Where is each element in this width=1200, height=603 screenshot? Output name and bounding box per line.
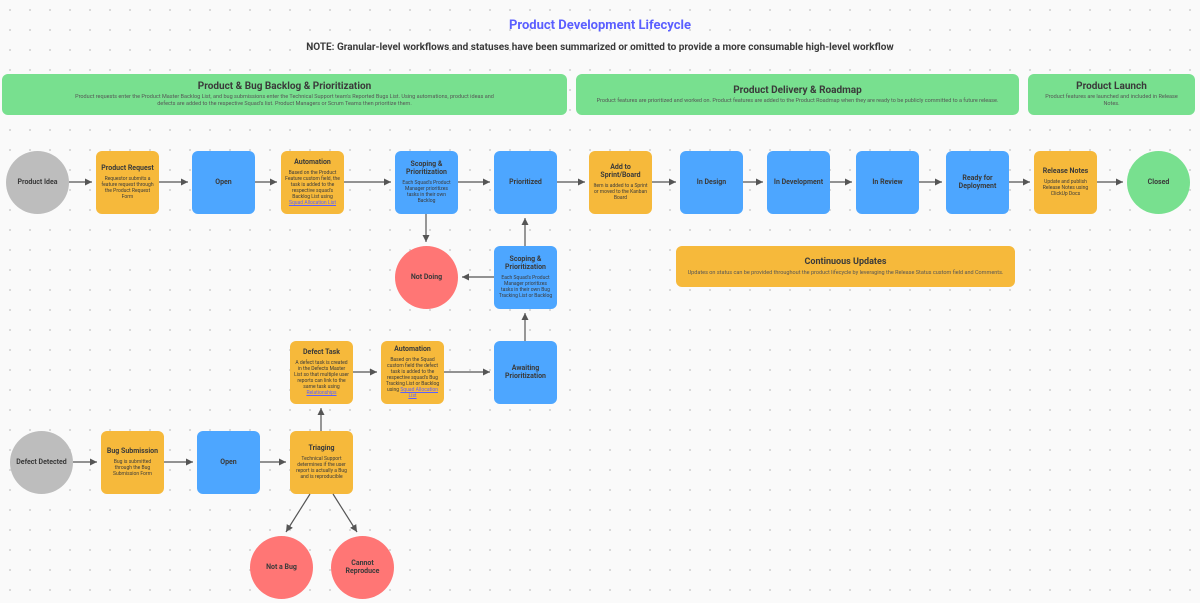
phase-backlog-desc: Product requests enter the Product Maste… [75, 94, 495, 107]
node-not-a-bug: Not a Bug [250, 536, 313, 599]
node-in-review: In Review [856, 151, 919, 214]
node-defect-task: Defect TaskA defect task is created in t… [290, 341, 353, 404]
phase-launch: Product Launch Product features are laun… [1028, 74, 1195, 115]
phase-backlog: Product & Bug Backlog & Prioritization P… [2, 74, 567, 115]
node-automation-1: AutomationBased on the Product Feature c… [281, 151, 344, 214]
node-prioritized: Prioritized [494, 151, 557, 214]
phase-launch-desc: Product features are launched and includ… [1038, 94, 1185, 107]
node-ready-deploy: Ready for Deployment [946, 151, 1009, 214]
phase-delivery-title: Product Delivery & Roadmap [733, 85, 862, 96]
node-triaging: TriagingTechnical Support determines if … [290, 431, 353, 494]
node-automation-2: AutomationBased on the Squad custom fiel… [381, 341, 444, 404]
node-not-doing: Not Doing [395, 246, 458, 309]
node-product-idea: Product Idea [6, 151, 69, 214]
phase-delivery-desc: Product features are prioritized and wor… [597, 98, 999, 105]
node-continuous-updates: Continuous Updates Updates on status can… [676, 246, 1015, 287]
node-in-design: In Design [680, 151, 743, 214]
node-bug-submission: Bug SubmissionBug is submitted through t… [101, 431, 164, 494]
node-cannot-reproduce: Cannot Reproduce [331, 536, 394, 599]
continuous-title: Continuous Updates [805, 257, 887, 267]
node-in-development: In Development [767, 151, 830, 214]
node-product-request: Product RequestRequestor submits a featu… [96, 151, 159, 214]
node-awaiting-prioritization: Awaiting Prioritization [494, 341, 557, 404]
phase-launch-title: Product Launch [1076, 81, 1147, 92]
node-release-notes: Release NotesUpdate and publish Release … [1034, 151, 1097, 214]
phase-backlog-title: Product & Bug Backlog & Prioritization [198, 81, 371, 92]
page-title: Product Development Lifecycle [509, 18, 691, 33]
node-scoping-2: Scoping & PrioritizationEach Squad's Pro… [494, 246, 557, 309]
continuous-desc: Updates on status can be provided throug… [688, 270, 1004, 276]
node-defect-detected: Defect Detected [10, 431, 73, 494]
node-open-1: Open [192, 151, 255, 214]
node-add-to-sprint: Add to Sprint/BoardItem is added to a Sp… [589, 151, 652, 214]
node-scoping-1: Scoping & PrioritizationEach Squad's Pro… [395, 151, 458, 214]
phase-delivery: Product Delivery & Roadmap Product featu… [576, 74, 1019, 115]
page-subtitle: NOTE: Granular-level workflows and statu… [306, 42, 894, 53]
node-closed: Closed [1127, 151, 1190, 214]
node-open-2: Open [197, 431, 260, 494]
